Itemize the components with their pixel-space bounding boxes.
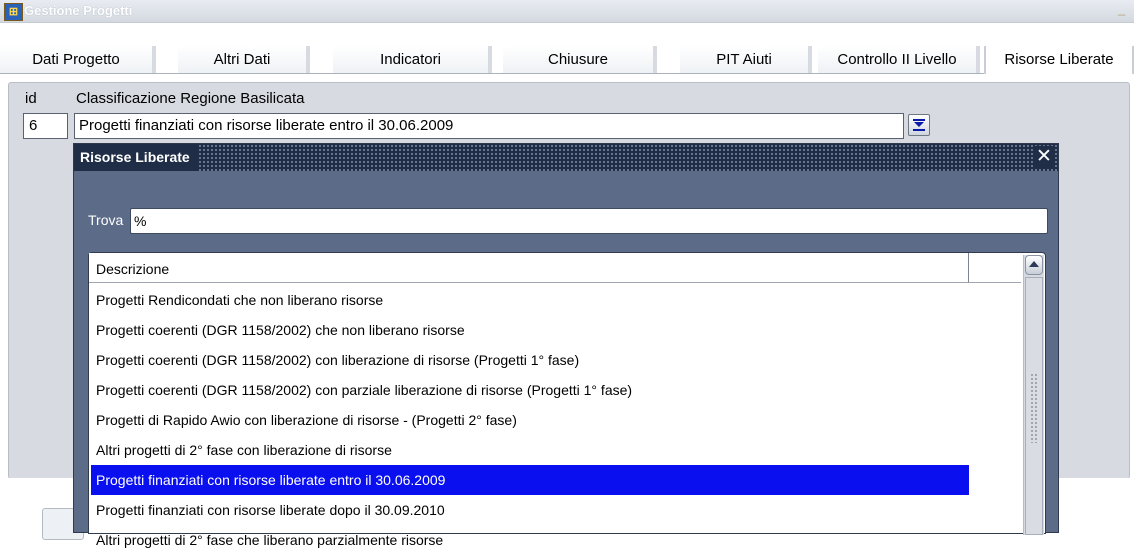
- tab-indicatori[interactable]: Indicatori: [333, 46, 492, 74]
- window-titlebar: ⊞ Gestione Progetti _: [0, 0, 1134, 23]
- vertical-scrollbar[interactable]: [1023, 255, 1044, 535]
- list-item[interactable]: Progetti coerenti (DGR 1158/2002) con pa…: [91, 375, 969, 405]
- tab-altri-dati[interactable]: Altri Dati: [178, 46, 310, 74]
- app-icon: ⊞: [4, 3, 23, 21]
- scroll-up-button[interactable]: [1025, 255, 1043, 275]
- main-window: ⊞ Gestione Progetti _ Dati Progetto Altr…: [0, 0, 1134, 548]
- tab-risorse-liberate[interactable]: Risorse Liberate: [984, 46, 1134, 74]
- tab-bar: Dati Progetto Altri Dati Indicatori Chiu…: [0, 46, 1134, 74]
- list-item[interactable]: Altri progetti di 2° fase che liberano p…: [91, 525, 969, 555]
- list-item[interactable]: Progetti finanziati con risorse liberate…: [91, 495, 969, 525]
- classification-field[interactable]: Progetti finanziati con risorse liberate…: [74, 113, 904, 139]
- lov-title: Risorse Liberate: [74, 144, 198, 171]
- minimize-icon[interactable]: _: [1118, 1, 1132, 17]
- column-header-empty: [969, 253, 1021, 283]
- tab-controllo-ii-livello[interactable]: Controllo II Livello: [818, 46, 980, 74]
- lov-titlebar[interactable]: Risorse Liberate ✕: [74, 144, 1058, 171]
- find-input[interactable]: %: [130, 208, 1048, 234]
- classification-label: Classificazione Regione Basilicata: [76, 90, 305, 107]
- lov-list: Descrizione Progetti Rendicondati che no…: [88, 252, 1046, 548]
- tab-chiusure[interactable]: Chiusure: [503, 46, 657, 74]
- list-item[interactable]: Progetti di Rapido Awio con liberazione …: [91, 405, 969, 435]
- lov-dialog: Risorse Liberate ✕ Trova % Descrizione P…: [73, 143, 1059, 548]
- list-item[interactable]: Progetti Rendicondati che non liberano r…: [91, 285, 969, 315]
- list-of-values-icon: [913, 119, 925, 131]
- id-field[interactable]: 6: [23, 113, 68, 139]
- close-icon[interactable]: ✕: [1034, 146, 1054, 168]
- list-item[interactable]: Altri progetti di 2° fase con liberazion…: [91, 435, 969, 465]
- grip-icon: [1030, 373, 1038, 443]
- list-item[interactable]: Progetti coerenti (DGR 1158/2002) che no…: [91, 315, 969, 345]
- list-item[interactable]: Progetti coerenti (DGR 1158/2002) con li…: [91, 345, 969, 375]
- list-item-selected[interactable]: Progetti finanziati con risorse liberate…: [91, 465, 969, 495]
- find-label: Trova: [88, 212, 124, 228]
- column-header-descrizione[interactable]: Descrizione: [89, 253, 969, 283]
- tab-divider: [0, 73, 984, 74]
- list-of-values-button[interactable]: [908, 114, 930, 136]
- window-title: Gestione Progetti: [24, 3, 133, 18]
- id-label: id: [25, 90, 37, 107]
- chevron-up-icon: [1029, 261, 1039, 267]
- tab-dati-progetto[interactable]: Dati Progetto: [0, 46, 156, 74]
- tab-pit-aiuti[interactable]: PIT Aiuti: [680, 46, 812, 74]
- scrollbar-thumb[interactable]: [1025, 277, 1043, 535]
